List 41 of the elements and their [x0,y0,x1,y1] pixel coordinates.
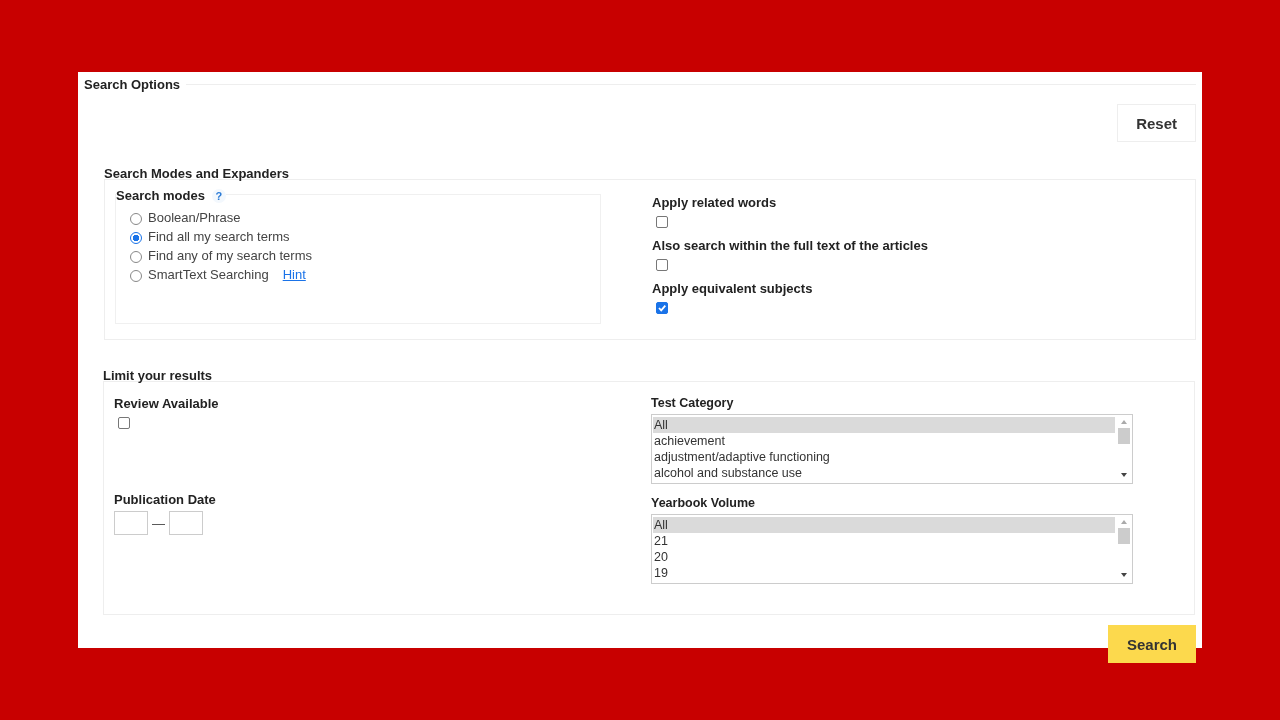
option-label: Apply related words [652,195,778,210]
checkbox[interactable] [656,259,668,271]
search-button[interactable]: Search [1108,625,1196,663]
list-item[interactable]: All [653,417,1115,433]
list-box[interactable]: All 21 20 19 [651,514,1133,584]
option-label: Find all my search terms [148,228,290,244]
option-label: Find any of my search terms [148,247,312,263]
section-legend: Limit your results [103,368,213,383]
scroll-down-icon[interactable] [1119,472,1128,478]
option-label: SmartText Searching [148,266,269,282]
checkbox[interactable] [118,417,130,429]
hint-link[interactable]: Hint [282,266,306,282]
section-legend: Search Modes and Expanders [104,166,289,181]
date-field[interactable] [114,511,148,535]
list-item[interactable]: 20 [653,549,1115,565]
group-label: Search modes [116,188,205,203]
help-icon[interactable]: ? [211,188,226,203]
field-label: Review Available [114,396,220,411]
list-item[interactable]: 21 [653,533,1115,549]
field-label: Test Category [651,396,735,410]
list-item[interactable]: 19 [653,565,1115,581]
panel-title: Search Options [84,77,181,92]
scrollbar-thumb[interactable] [1117,428,1130,444]
separator-dash: — [152,515,165,531]
checkbox[interactable] [656,302,668,314]
reset-button[interactable]: Reset [1117,104,1196,142]
list-item[interactable]: adjustment/adaptive functioning [653,449,1115,465]
option-label: Apply equivalent subjects [652,281,814,296]
list-item[interactable]: alcohol and substance use [653,465,1115,481]
radio-button[interactable] [130,231,142,244]
checkbox[interactable] [656,216,668,228]
option-label: Also search within the full text of the articles [652,238,929,253]
date-field[interactable] [169,511,203,535]
list-item[interactable]: achievement [653,433,1115,449]
list-box[interactable]: All achievement adjustment/adaptive functioning alcohol and substance use [651,414,1133,484]
field-label: Yearbook Volume [651,496,756,510]
scroll-down-icon[interactable] [1119,572,1128,578]
option-label: Boolean/Phrase [148,209,241,225]
list-item[interactable]: All [653,517,1115,533]
field-label: Publication Date [114,492,217,507]
scrollbar-thumb[interactable] [1117,528,1130,544]
